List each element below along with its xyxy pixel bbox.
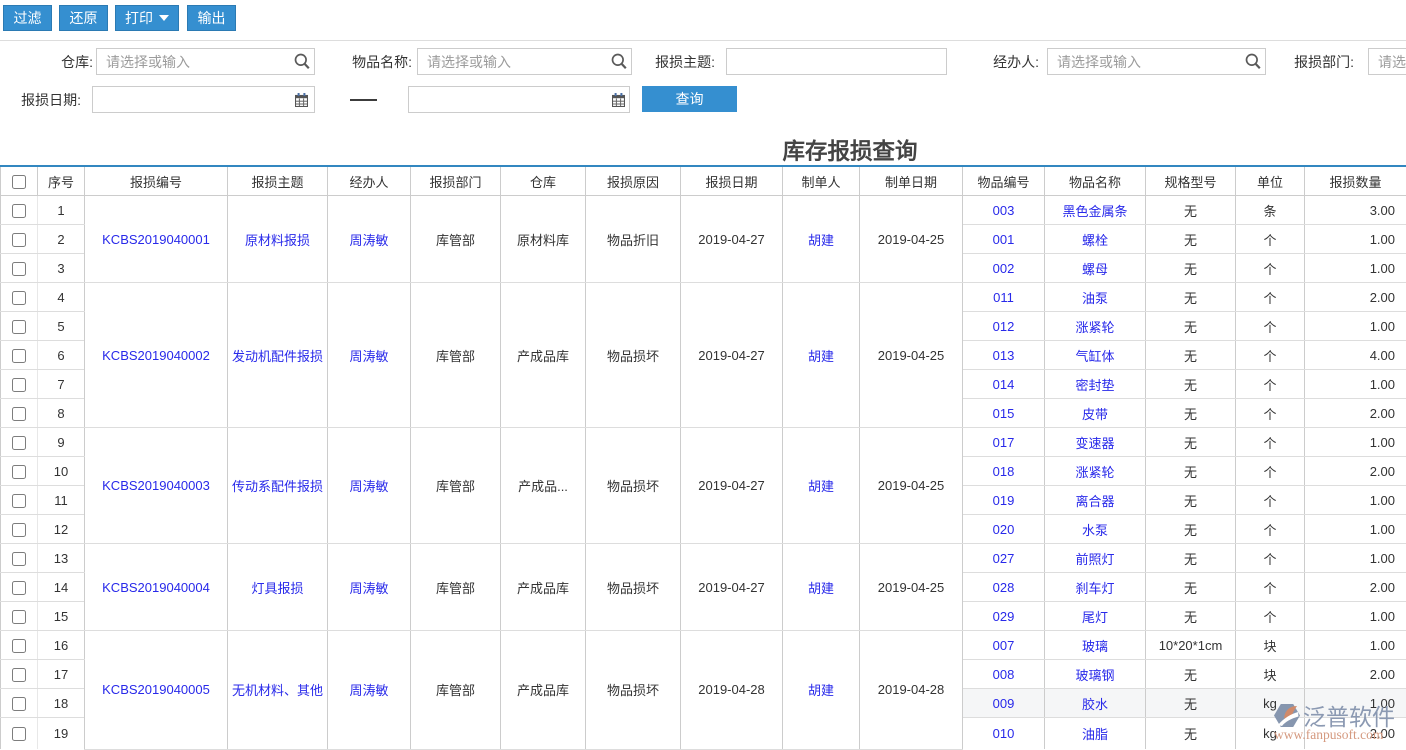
svg-text:www.fanpusoft.com: www.fanpusoft.com	[1274, 727, 1384, 742]
